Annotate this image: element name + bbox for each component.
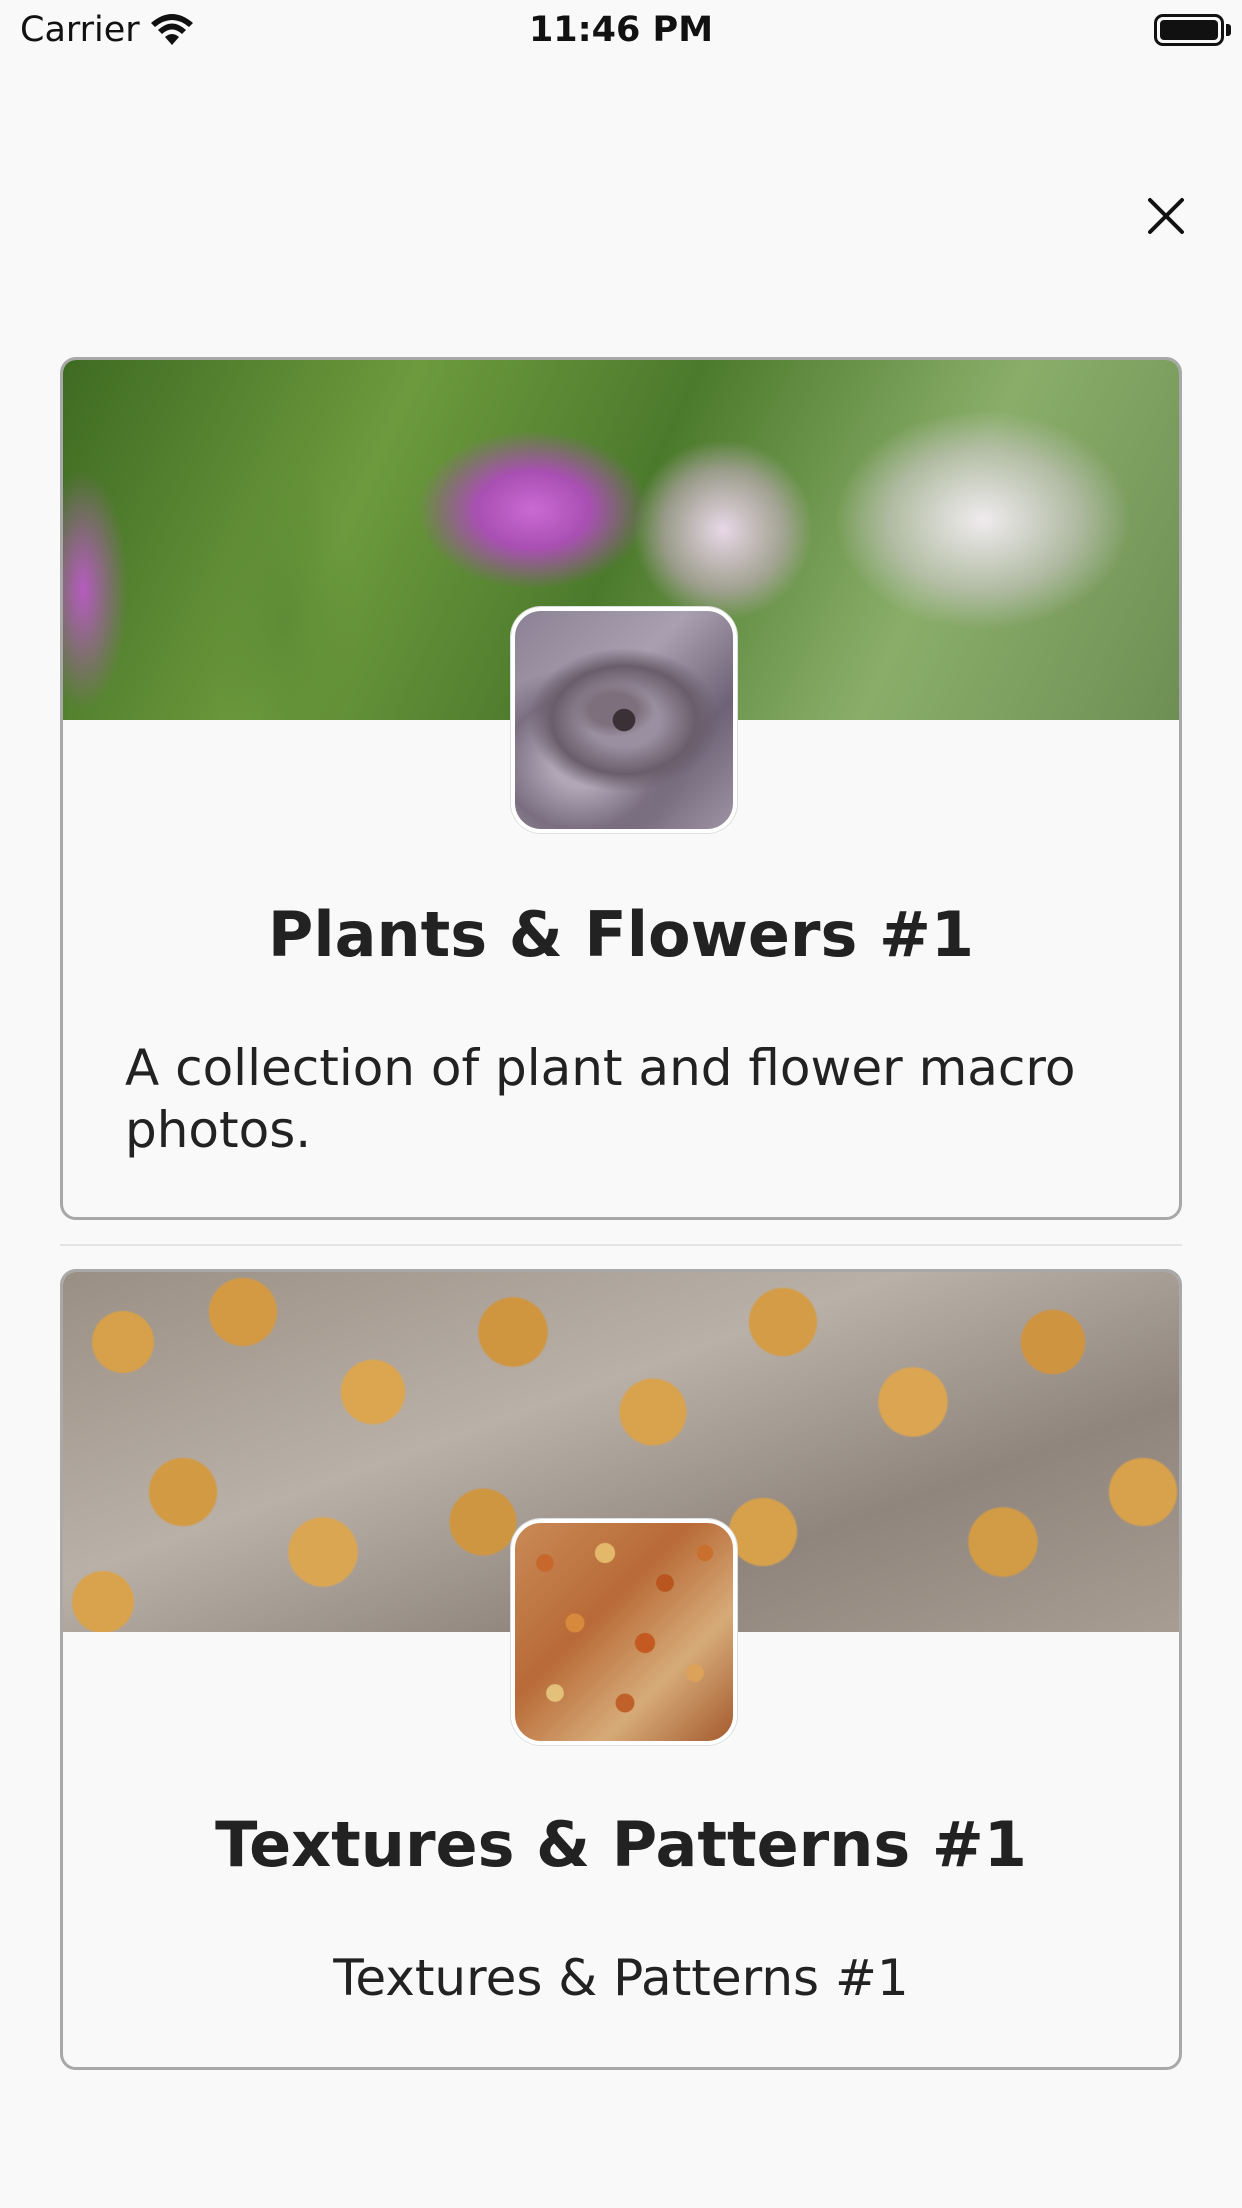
status-bar: Carrier 11:46 PM — [0, 0, 1242, 62]
divider — [60, 1244, 1182, 1246]
collection-card-plants-flowers[interactable]: Plants & Flowers #1 A collection of plan… — [60, 357, 1182, 1220]
battery-icon — [1154, 14, 1224, 46]
collection-thumbnail-image — [511, 607, 737, 833]
battery-tip — [1226, 24, 1231, 36]
close-button[interactable] — [1140, 190, 1192, 242]
collection-description: A collection of plant and flower macro p… — [125, 1039, 1076, 1159]
clock-time: 11:46 PM — [528, 10, 714, 50]
collection-card-textures-patterns[interactable]: Textures & Patterns #1 Textures & Patter… — [60, 1269, 1182, 2070]
collection-thumbnail-image — [511, 1519, 737, 1745]
collection-title: Textures & Patterns #1 — [215, 1808, 1027, 1881]
close-icon — [1148, 198, 1184, 234]
collection-description: Textures & Patterns #1 — [333, 1949, 909, 2007]
collection-title: Plants & Flowers #1 — [267, 898, 975, 971]
